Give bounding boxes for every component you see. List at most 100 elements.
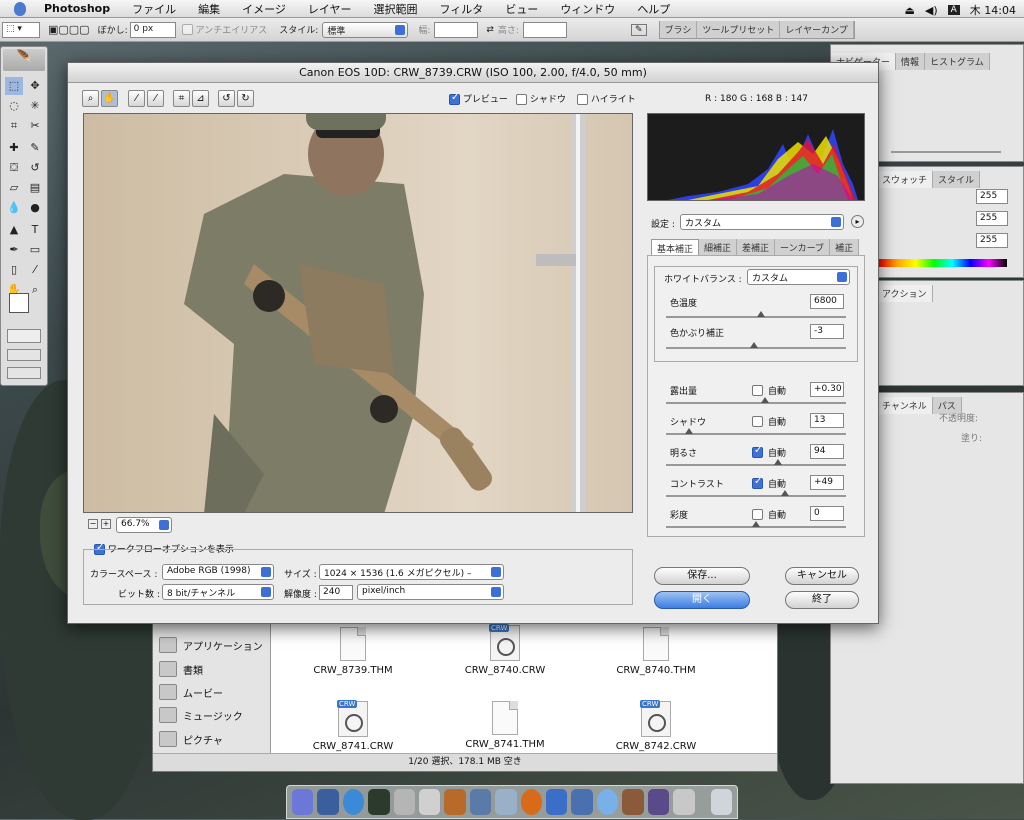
file-item[interactable]: CRW_8740.THM bbox=[601, 627, 711, 676]
finder-dock-icon[interactable] bbox=[292, 789, 314, 815]
sidebar-item-applications[interactable]: アプリケーション bbox=[159, 637, 263, 653]
selection-mode-icons[interactable]: ▣▢▢▢ bbox=[48, 23, 90, 36]
blur-icon[interactable]: 💧 bbox=[5, 199, 23, 217]
menu-select[interactable]: 選択範囲 bbox=[374, 1, 418, 17]
resolution-unit-select[interactable]: pixel/inch bbox=[357, 584, 504, 600]
menu-view[interactable]: ビュー bbox=[505, 1, 538, 17]
adjust-slider-knob[interactable] bbox=[780, 490, 789, 496]
menu-layer[interactable]: レイヤー bbox=[308, 1, 352, 17]
adjust-input[interactable]: 94 bbox=[810, 444, 844, 459]
adjust-slider[interactable] bbox=[666, 397, 846, 404]
screen-mode-icon[interactable] bbox=[7, 349, 41, 361]
prefs-dock-icon[interactable] bbox=[393, 789, 416, 815]
menu-edit[interactable]: 編集 bbox=[198, 1, 220, 17]
sidebar-item-pictures[interactable]: ピクチャ bbox=[159, 731, 223, 747]
auto-checkbox[interactable] bbox=[752, 509, 763, 520]
magic-wand-icon[interactable]: ✳ bbox=[26, 97, 44, 115]
trash-dock-icon[interactable] bbox=[710, 789, 732, 815]
path-select-icon[interactable]: ▲ bbox=[5, 221, 23, 239]
zoom-level-select[interactable]: 66.7% bbox=[116, 517, 172, 533]
temp-input[interactable]: 6800 bbox=[810, 294, 844, 309]
antialias-checkbox[interactable] bbox=[181, 24, 193, 35]
adjust-slider[interactable] bbox=[666, 490, 846, 497]
tab-channels[interactable]: チャンネル bbox=[877, 397, 933, 414]
adjust-slider-knob[interactable] bbox=[773, 459, 782, 465]
menu-filter[interactable]: フィルタ bbox=[440, 1, 484, 17]
crop-icon[interactable]: ⌗ bbox=[5, 117, 23, 135]
size-select[interactable]: 1024 × 1536 (1.6 メガピクセル) – bbox=[319, 564, 504, 580]
done-button[interactable]: 終了 bbox=[785, 591, 859, 609]
history-brush-icon[interactable]: ↺ bbox=[26, 159, 44, 177]
apple-icon[interactable] bbox=[14, 1, 26, 16]
itunes-dock-icon[interactable] bbox=[596, 789, 619, 815]
palette-tab-layercomps[interactable]: レイヤーカンプ bbox=[780, 21, 854, 38]
shadow-checkbox[interactable] bbox=[516, 94, 527, 105]
tint-slider-knob[interactable] bbox=[750, 342, 759, 348]
eject-icon[interactable]: ⏏ bbox=[904, 4, 914, 17]
rotate-left-icon[interactable]: ↺ bbox=[218, 90, 235, 107]
depth-select[interactable]: 8 bit/チャンネル bbox=[162, 584, 274, 600]
type-icon[interactable]: T bbox=[26, 221, 44, 239]
zoom-in-button[interactable]: + bbox=[101, 519, 111, 529]
auto-checkbox[interactable] bbox=[752, 445, 763, 458]
eyedropper-icon[interactable]: ⁄ bbox=[26, 261, 44, 279]
menu-file[interactable]: ファイル bbox=[132, 1, 176, 17]
temp-slider[interactable] bbox=[666, 311, 846, 318]
adjust-slider-knob[interactable] bbox=[752, 521, 760, 527]
notes-icon[interactable]: ▯ bbox=[5, 261, 23, 279]
lasso-icon[interactable]: ◌ bbox=[5, 97, 23, 115]
highlight-checkbox[interactable] bbox=[577, 94, 588, 105]
adjust-input[interactable]: +49 bbox=[810, 475, 844, 490]
input-method-icon[interactable]: A bbox=[947, 5, 960, 15]
crop-tool-icon[interactable]: ⌗ bbox=[173, 90, 190, 107]
pen-icon[interactable]: ✒ bbox=[5, 241, 23, 259]
navigator-zoom-slider[interactable] bbox=[891, 151, 1001, 153]
adjust-slider[interactable] bbox=[666, 459, 846, 466]
tab-actions[interactable]: アクション bbox=[877, 285, 933, 302]
height-input[interactable] bbox=[522, 21, 567, 38]
file-item[interactable]: CRW CRW_8740.CRW bbox=[450, 624, 560, 676]
palette-tab-brush[interactable]: ブラシ bbox=[659, 21, 698, 38]
file-item[interactable]: CRW CRW_8741.CRW bbox=[298, 700, 408, 752]
settings-menu-icon[interactable]: ▸ bbox=[851, 215, 864, 228]
preview-toggle[interactable]: プレビュー bbox=[449, 92, 508, 105]
raw-image-preview[interactable] bbox=[83, 113, 633, 513]
auto-checkbox[interactable] bbox=[752, 385, 763, 396]
adjust-input[interactable]: 0 bbox=[810, 506, 844, 521]
wb-eyedropper-icon[interactable]: ⁄ bbox=[128, 90, 145, 107]
dodge-icon[interactable]: ● bbox=[26, 199, 44, 217]
cancel-button[interactable]: キャンセル bbox=[785, 567, 859, 585]
shadow-toggle[interactable]: シャドウ bbox=[516, 92, 566, 105]
clock[interactable]: 木 14:04 bbox=[970, 2, 1016, 18]
healing-icon[interactable]: ✚ bbox=[5, 139, 23, 157]
auto-checkbox[interactable] bbox=[752, 416, 763, 427]
sysprefs-dock-icon[interactable] bbox=[673, 789, 695, 815]
tint-input[interactable]: -3 bbox=[810, 324, 844, 339]
file-item[interactable]: CRW CRW_8742.CRW bbox=[601, 700, 711, 752]
menu-window[interactable]: ウィンドウ bbox=[560, 1, 615, 17]
swap-icon[interactable]: ⇄ bbox=[486, 25, 494, 35]
quickmask-icon[interactable] bbox=[7, 329, 41, 343]
zoom-out-button[interactable]: − bbox=[88, 519, 98, 529]
tab-swatches[interactable]: スウォッチ bbox=[877, 171, 934, 188]
marquee-tool-icon[interactable]: ⬚ ▾ bbox=[2, 21, 40, 38]
adjust-slider[interactable] bbox=[666, 428, 846, 435]
menu-image[interactable]: イメージ bbox=[242, 1, 286, 17]
wb-select[interactable]: カスタム bbox=[747, 269, 850, 285]
slice-icon[interactable]: ✂ bbox=[26, 117, 44, 135]
zoom-tool-icon[interactable]: ⌕ bbox=[82, 90, 99, 107]
file-item[interactable]: CRW_8739.THM bbox=[298, 627, 408, 676]
resolution-input[interactable]: 240 bbox=[319, 585, 353, 600]
mail-dock-icon[interactable] bbox=[546, 789, 568, 815]
adjust-slider[interactable] bbox=[666, 521, 846, 528]
swatch-value-r[interactable]: 255 bbox=[976, 189, 1008, 204]
swatch-value-g[interactable]: 255 bbox=[976, 211, 1008, 226]
color-spectrum-bar[interactable] bbox=[879, 259, 1007, 267]
adjust-input[interactable]: 13 bbox=[810, 413, 844, 428]
safari-dock-icon[interactable] bbox=[342, 789, 365, 815]
auto-checkbox[interactable] bbox=[752, 476, 763, 489]
photoshop-dock-icon[interactable] bbox=[469, 789, 492, 815]
sidebar-item-music[interactable]: ミュージック bbox=[159, 707, 243, 723]
file-item[interactable]: CRW_8741.THM bbox=[450, 701, 560, 750]
preview-dock-icon[interactable] bbox=[419, 789, 441, 815]
